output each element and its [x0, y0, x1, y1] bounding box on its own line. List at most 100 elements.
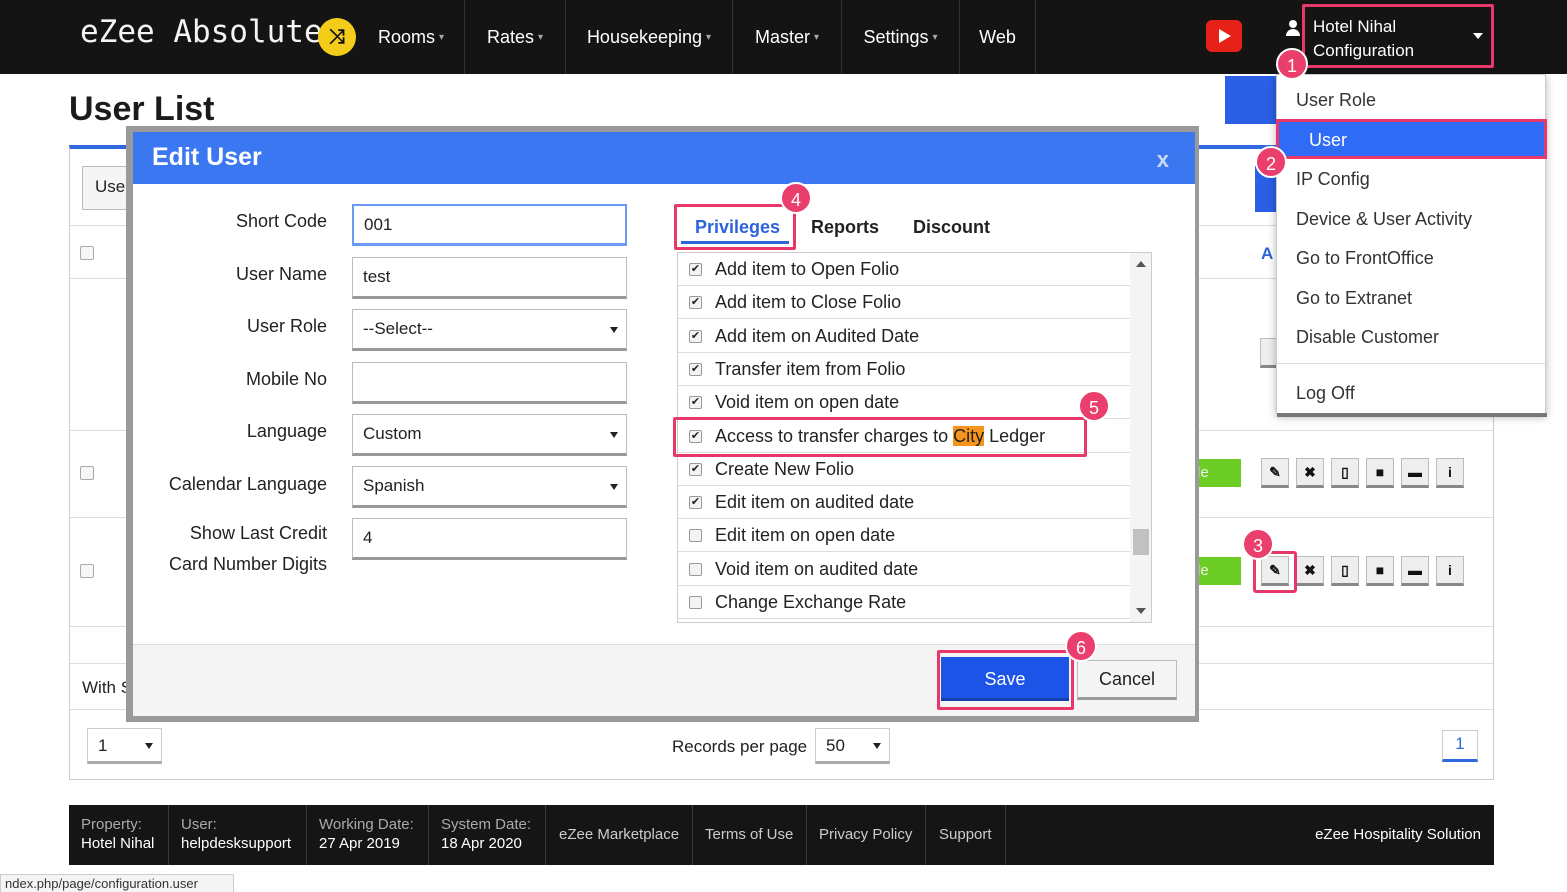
- tab-discount[interactable]: Discount: [913, 217, 990, 238]
- checkbox[interactable]: ✔: [689, 363, 702, 376]
- highlight-box: [937, 650, 1074, 710]
- checkbox[interactable]: ✔: [689, 396, 702, 409]
- caret-down-icon: [610, 327, 618, 333]
- user-filter-button[interactable]: Use: [82, 166, 132, 210]
- menu-item-user[interactable]: User: [1276, 119, 1547, 159]
- menu-item-user-role[interactable]: User Role: [1296, 90, 1376, 111]
- shuffle-icon[interactable]: ⤨: [318, 18, 356, 56]
- calculator-icon[interactable]: ▯: [1331, 556, 1359, 586]
- app-logo[interactable]: eZee Absolute: [80, 14, 323, 50]
- checkbox[interactable]: ✔: [689, 296, 702, 309]
- nav-housekeeping[interactable]: Housekeeping ▾: [566, 0, 733, 74]
- nav-web[interactable]: Web: [960, 0, 1036, 74]
- lock-icon[interactable]: ■: [1366, 556, 1394, 586]
- info-icon[interactable]: i: [1436, 458, 1464, 488]
- credit-card-digits-label: Show Last Credit Card Number Digits: [168, 523, 327, 574]
- user-role-label: User Role: [246, 316, 327, 336]
- youtube-icon[interactable]: [1206, 20, 1242, 52]
- edit-user-modal: Edit User x Short Code 001 User Name tes…: [133, 132, 1195, 716]
- user-menu-toggle[interactable]: Hotel Nihal Configuration: [1302, 4, 1494, 68]
- nav-rooms[interactable]: Rooms ▾: [358, 0, 465, 74]
- checkbox[interactable]: ✔: [689, 496, 702, 509]
- list-item[interactable]: ✔ Add item to Close Folio: [678, 286, 1130, 319]
- short-code-field[interactable]: 001: [352, 204, 627, 246]
- menu-item-log-off[interactable]: Log Off: [1296, 383, 1355, 404]
- chevron-down-icon: ▾: [706, 31, 712, 43]
- footer-system-date: System Date: 18 Apr 2020: [429, 805, 546, 865]
- records-per-page-select[interactable]: 50: [815, 728, 890, 764]
- checkbox[interactable]: [689, 563, 702, 576]
- calculator-icon[interactable]: ▯: [1331, 458, 1359, 488]
- checkbox[interactable]: ✔: [689, 463, 702, 476]
- checkbox[interactable]: [689, 529, 702, 542]
- footer-link-terms[interactable]: Terms of Use: [692, 805, 808, 865]
- menu-item-device-user-activity[interactable]: Device & User Activity: [1296, 209, 1472, 230]
- delete-icon[interactable]: ✖: [1296, 556, 1324, 586]
- chat-icon[interactable]: ▬: [1401, 556, 1429, 586]
- mobile-no-field[interactable]: [352, 362, 627, 404]
- select-all-checkbox[interactable]: [80, 246, 94, 260]
- menu-section: Configuration: [1313, 41, 1415, 60]
- calendar-language-select[interactable]: Spanish: [352, 466, 627, 508]
- delete-icon[interactable]: ✖: [1296, 458, 1324, 488]
- list-item[interactable]: Edit item on open date: [678, 519, 1130, 552]
- nav-master[interactable]: Master ▾: [733, 0, 842, 74]
- scroll-thumb[interactable]: [1133, 529, 1149, 555]
- tab-privileges[interactable]: Privileges: [674, 204, 796, 250]
- checkbox[interactable]: [689, 596, 702, 609]
- page-select[interactable]: 1: [87, 728, 162, 764]
- scroll-down-icon[interactable]: [1136, 608, 1146, 614]
- list-item[interactable]: ✔ Create New Folio: [678, 453, 1130, 486]
- add-user-button[interactable]: [1225, 76, 1277, 124]
- step-badge-3: 3: [1242, 528, 1274, 560]
- nav-settings[interactable]: Settings ▾: [842, 0, 960, 74]
- checkbox[interactable]: ✔: [689, 263, 702, 276]
- menu-item-go-to-extranet[interactable]: Go to Extranet: [1296, 288, 1412, 309]
- menu-divider: [1277, 363, 1545, 364]
- list-item[interactable]: Void item on audited date: [678, 553, 1130, 586]
- row-checkbox[interactable]: [80, 466, 94, 480]
- list-item[interactable]: Change Exchange Rate: [678, 586, 1130, 619]
- list-item[interactable]: ✔ Transfer item from Folio: [678, 353, 1130, 386]
- chevron-down-icon: ▾: [813, 31, 820, 43]
- close-icon[interactable]: x: [1157, 147, 1169, 173]
- list-item[interactable]: ✔ Add item to Open Folio: [678, 253, 1130, 286]
- actions-header: A: [1261, 244, 1274, 263]
- caret-down-icon: [873, 743, 881, 749]
- chat-icon[interactable]: ▬: [1401, 458, 1429, 488]
- scrollbar[interactable]: [1130, 253, 1151, 622]
- menu-item-ip-config[interactable]: IP Config: [1296, 169, 1370, 190]
- footer-link-privacy[interactable]: Privacy Policy: [806, 805, 927, 865]
- page-number[interactable]: 1: [1442, 730, 1478, 762]
- menu-item-go-to-frontoffice[interactable]: Go to FrontOffice: [1296, 248, 1434, 269]
- tab-reports[interactable]: Reports: [811, 217, 879, 238]
- edit-icon[interactable]: ✎: [1261, 458, 1289, 488]
- user-menu-dropdown: User Role User IP Config Device & User A…: [1276, 74, 1547, 417]
- top-navbar: eZee Absolute ⤨ Rooms ▾ Rates ▾ Housekeepi…: [0, 0, 1567, 74]
- list-item[interactable]: ✔ Add item on Audited Date: [678, 320, 1130, 353]
- lock-icon[interactable]: ■: [1366, 458, 1394, 488]
- caret-down-icon: [1473, 33, 1483, 39]
- user-name-field[interactable]: test: [352, 257, 627, 299]
- language-select[interactable]: Custom: [352, 414, 627, 456]
- nav-rates[interactable]: Rates ▾: [465, 0, 566, 74]
- checkbox[interactable]: ✔: [689, 330, 702, 343]
- user-role-select[interactable]: --Select--: [352, 309, 627, 351]
- scroll-up-icon[interactable]: [1136, 261, 1146, 267]
- footer-link-support[interactable]: Support: [926, 805, 1006, 865]
- info-icon[interactable]: i: [1436, 556, 1464, 586]
- caret-down-icon: [145, 743, 153, 749]
- footer: Property: Hotel Nihal User: helpdesksuppor…: [69, 805, 1494, 865]
- credit-card-digits-field[interactable]: 4: [352, 518, 627, 560]
- status-url: ndex.php/page/configuration.user: [0, 874, 234, 892]
- menu-item-disable-customer[interactable]: Disable Customer: [1296, 327, 1439, 348]
- footer-link-marketplace[interactable]: eZee Marketplace: [546, 805, 694, 865]
- cancel-button[interactable]: Cancel: [1077, 660, 1177, 700]
- user-name-label: User Name: [235, 264, 327, 284]
- list-item[interactable]: ✔ Edit item on audited date: [678, 486, 1130, 519]
- row-checkbox[interactable]: [80, 564, 94, 578]
- footer-property: Property: Hotel Nihal: [69, 805, 169, 865]
- list-item[interactable]: ✔ Void item on open date: [678, 386, 1130, 419]
- footer-user: User: helpdesksupport: [169, 805, 307, 865]
- status-badge: le: [1193, 459, 1241, 487]
